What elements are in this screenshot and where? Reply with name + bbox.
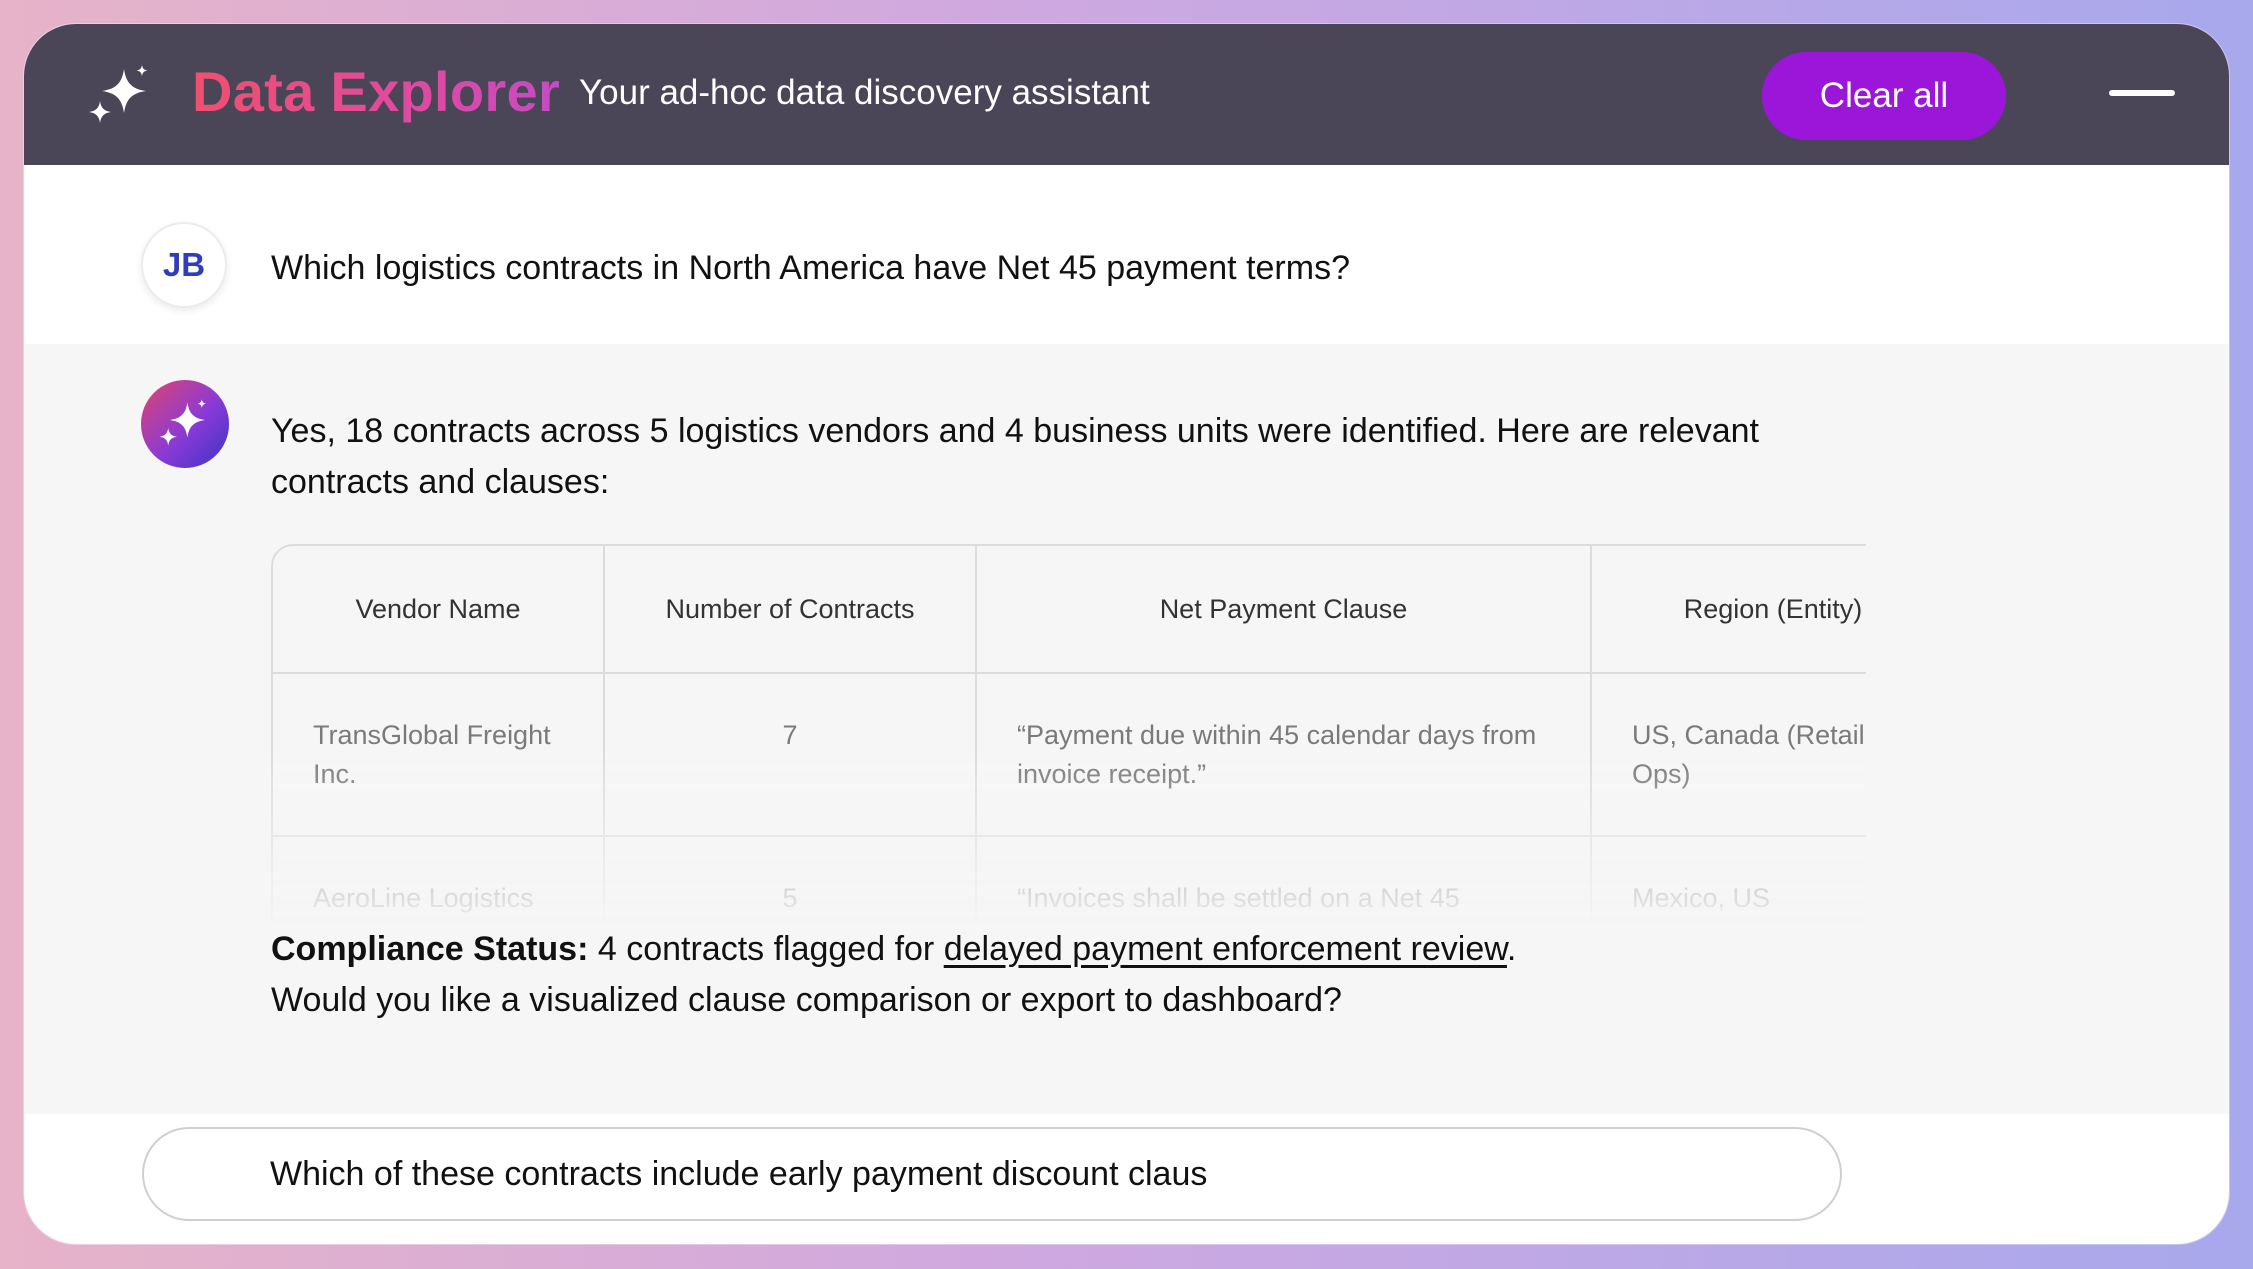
results-table-container[interactable]: Vendor Name Number of Contracts Net Paym… [271,544,1866,924]
clause-cell: “Invoices shall be settled on a Net 45 [977,837,1592,924]
sparkle-icon [89,65,148,123]
clause-cell: “Payment due within 45 calendar days fro… [977,674,1592,837]
compliance-text: 4 contracts flagged for [588,930,944,968]
compliance-review-link[interactable]: delayed payment enforcement review [944,930,1507,968]
table-row: TransGlobal Freight Inc. 7 “Payment due … [273,674,1866,837]
table-row: AeroLine Logistics 5 “Invoices shall be … [273,837,1866,924]
user-message: Which logistics contracts in North Ameri… [271,249,1350,287]
compliance-end: . [1506,930,1517,968]
app-tagline: Your ad-hoc data discovery assistant [579,73,1150,112]
chat-composer[interactable] [142,1127,1842,1221]
compliance-line: Compliance Status: 4 contracts flagged f… [271,924,1921,975]
menu-bar [2109,90,2175,96]
vendor-cell: TransGlobal Freight Inc. [273,674,605,837]
followup-question: Would you like a visualized clause compa… [271,981,1342,1019]
assistant-message: Yes, 18 contracts across 5 logistics ven… [271,412,1759,501]
region-cell: US, Canada (Retail Ops) [1592,674,1866,837]
contracts-count-cell: 7 [605,674,977,837]
column-header: Vendor Name [273,546,605,674]
compliance-summary: Compliance Status: 4 contracts flagged f… [271,924,1921,1026]
app-window: Data Explorer Your ad-hoc data discovery… [24,24,2229,1244]
compliance-label: Compliance Status: [271,930,589,968]
user-avatar: JB [141,222,227,308]
assistant-avatar [141,380,229,468]
chat-input[interactable] [270,1141,1770,1207]
user-message-row: JB Which logistics contracts in North Am… [24,165,2229,344]
column-header: Region (Entity) [1592,546,1866,674]
column-header: Net Payment Clause [977,546,1592,674]
app-header: Data Explorer Your ad-hoc data discovery… [24,24,2229,165]
clear-all-button[interactable]: Clear all [1762,52,2006,140]
column-header: Number of Contracts [605,546,977,674]
menu-icon[interactable] [2099,82,2189,122]
assistant-message-row: Yes, 18 contracts across 5 logistics ven… [24,344,2229,1114]
contracts-count-cell: 5 [605,837,977,924]
app-title: Data Explorer [192,58,560,125]
vendor-cell: AeroLine Logistics [273,837,605,924]
table-header-row: Vendor Name Number of Contracts Net Paym… [273,546,1866,674]
results-table: Vendor Name Number of Contracts Net Paym… [271,544,1866,924]
sparkle-icon [159,399,207,446]
region-cell: Mexico, US [1592,837,1866,924]
